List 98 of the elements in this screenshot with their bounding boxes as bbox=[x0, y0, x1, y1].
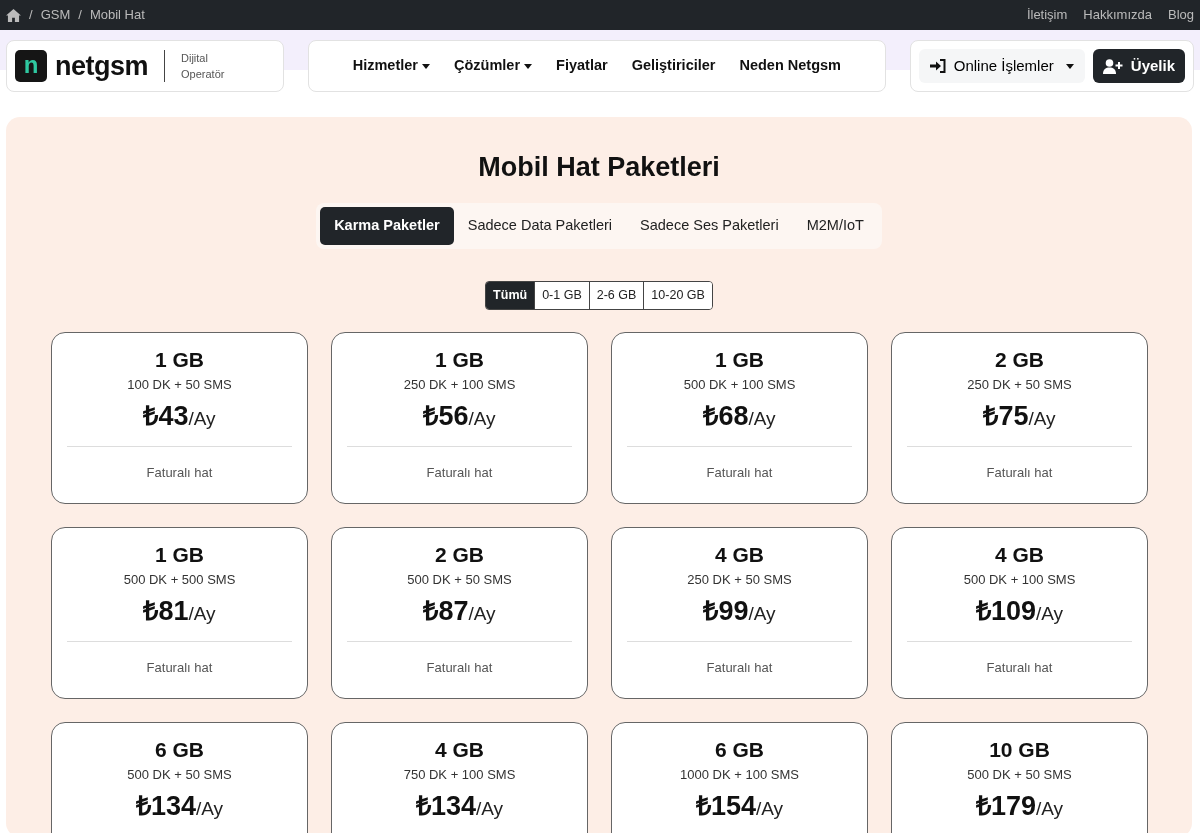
nav-link[interactable]: Fiyatlar bbox=[556, 55, 608, 77]
data-amount: 2 GB bbox=[434, 541, 485, 568]
price-period: /Ay bbox=[468, 408, 496, 430]
package-details: 750 DK + 100 SMS bbox=[402, 765, 517, 784]
top-link[interactable]: İletişim bbox=[1026, 5, 1068, 25]
price: ₺134 bbox=[135, 791, 196, 822]
price: ₺43 bbox=[143, 401, 189, 432]
top-link[interactable]: Blog bbox=[1167, 5, 1194, 25]
home-icon[interactable] bbox=[6, 8, 21, 22]
price-period: /Ay bbox=[468, 603, 496, 625]
package-details: 1000 DK + 100 SMS bbox=[679, 765, 800, 784]
online-operations-button[interactable]: Online İşlemler bbox=[918, 48, 1085, 84]
package-card[interactable]: 10 GB 500 DK + 50 SMS ₺179/Ay bbox=[891, 721, 1148, 833]
tagline: Dijital bbox=[181, 51, 209, 66]
data-amount: 6 GB bbox=[154, 736, 205, 763]
breadcrumb-link[interactable]: GSM bbox=[40, 5, 71, 25]
price: ₺99 bbox=[703, 596, 749, 627]
breadcrumb-separator: / bbox=[78, 6, 82, 25]
nav-link[interactable]: Hizmetler bbox=[352, 55, 430, 77]
package-card[interactable]: 2 GB 500 DK + 50 SMS ₺87/Ay Faturalı hat bbox=[331, 526, 588, 699]
sign-in-icon bbox=[929, 59, 946, 73]
price: ₺109 bbox=[975, 596, 1036, 627]
price-period: /Ay bbox=[188, 603, 216, 625]
package-details: 250 DK + 100 SMS bbox=[402, 375, 517, 394]
line-type: Faturalı hat bbox=[705, 659, 774, 678]
package-details: 250 DK + 50 SMS bbox=[966, 375, 1073, 394]
line-type: Faturalı hat bbox=[985, 464, 1054, 483]
price-period: /Ay bbox=[195, 798, 224, 820]
data-amount: 1 GB bbox=[154, 346, 205, 373]
price: ₺87 bbox=[423, 596, 469, 627]
filter-button[interactable]: Tümü bbox=[486, 282, 535, 309]
data-amount: 4 GB bbox=[714, 541, 765, 568]
filter-button[interactable]: 2-6 GB bbox=[588, 282, 644, 309]
price: ₺134 bbox=[415, 791, 476, 822]
package-card[interactable]: 1 GB 500 DK + 500 SMS ₺81/Ay Faturalı hat bbox=[51, 526, 308, 699]
price: ₺68 bbox=[703, 401, 749, 432]
package-card[interactable]: 6 GB 1000 DK + 100 SMS ₺154/Ay bbox=[611, 721, 868, 833]
line-type: Faturalı hat bbox=[145, 464, 214, 483]
data-amount: 10 GB bbox=[988, 736, 1051, 763]
add-user-icon bbox=[1102, 58, 1123, 74]
package-card[interactable]: 1 GB 250 DK + 100 SMS ₺56/Ay Faturalı hat bbox=[331, 331, 588, 504]
price-period: /Ay bbox=[475, 798, 504, 820]
line-type: Faturalı hat bbox=[145, 659, 214, 678]
price-period: /Ay bbox=[188, 408, 216, 430]
breadcrumb-separator: / bbox=[29, 6, 33, 25]
page-title: Mobil Hat Paketleri bbox=[477, 151, 721, 184]
price-period: /Ay bbox=[755, 798, 784, 820]
package-details: 500 DK + 500 SMS bbox=[122, 570, 237, 589]
line-type: Faturalı hat bbox=[985, 659, 1054, 678]
package-card[interactable]: 6 GB 500 DK + 50 SMS ₺134/Ay bbox=[51, 721, 308, 833]
package-details: 100 DK + 50 SMS bbox=[126, 375, 233, 394]
breadcrumb-link[interactable]: Mobil Hat bbox=[89, 5, 145, 25]
data-amount: 2 GB bbox=[994, 346, 1045, 373]
price-period: /Ay bbox=[1035, 603, 1064, 625]
price-period: /Ay bbox=[748, 603, 776, 625]
line-type: Faturalı hat bbox=[425, 464, 494, 483]
tab[interactable]: M2M/IoT bbox=[792, 207, 878, 246]
price-period: /Ay bbox=[1035, 798, 1064, 820]
nav-link[interactable]: Çözümler bbox=[453, 55, 533, 77]
price: ₺75 bbox=[983, 401, 1029, 432]
data-amount: 4 GB bbox=[994, 541, 1045, 568]
tagline: Operatör bbox=[181, 67, 225, 82]
package-card[interactable]: 1 GB 500 DK + 100 SMS ₺68/Ay Faturalı hat bbox=[611, 331, 868, 504]
package-details: 500 DK + 50 SMS bbox=[966, 765, 1073, 784]
price-period: /Ay bbox=[1028, 408, 1056, 430]
logo-mark[interactable]: n bbox=[15, 50, 47, 82]
data-amount: 1 GB bbox=[434, 346, 485, 373]
tab[interactable]: Karma Paketler bbox=[320, 207, 454, 246]
logo-name[interactable]: netgsm bbox=[55, 45, 149, 87]
package-card[interactable]: 4 GB 250 DK + 50 SMS ₺99/Ay Faturalı hat bbox=[611, 526, 868, 699]
data-amount: 6 GB bbox=[714, 736, 765, 763]
line-type: Faturalı hat bbox=[705, 464, 774, 483]
package-card[interactable]: 4 GB 500 DK + 100 SMS ₺109/Ay Faturalı hat bbox=[891, 526, 1148, 699]
package-details: 250 DK + 50 SMS bbox=[686, 570, 793, 589]
data-amount: 4 GB bbox=[434, 736, 485, 763]
tab[interactable]: Sadece Data Paketleri bbox=[453, 207, 626, 246]
filter-button[interactable]: 10-20 GB bbox=[643, 282, 712, 309]
tab[interactable]: Sadece Ses Paketleri bbox=[626, 207, 793, 246]
price: ₺56 bbox=[423, 401, 469, 432]
top-link[interactable]: Hakkımızda bbox=[1083, 5, 1152, 25]
package-card[interactable]: 1 GB 100 DK + 50 SMS ₺43/Ay Faturalı hat bbox=[51, 331, 308, 504]
nav-link[interactable]: Neden Netgsm bbox=[739, 55, 841, 77]
package-card[interactable]: 4 GB 750 DK + 100 SMS ₺134/Ay bbox=[331, 721, 588, 833]
nav-link[interactable]: Geliştiriciler bbox=[631, 55, 716, 77]
package-details: 500 DK + 50 SMS bbox=[126, 765, 233, 784]
price: ₺154 bbox=[695, 791, 756, 822]
package-card[interactable]: 2 GB 250 DK + 50 SMS ₺75/Ay Faturalı hat bbox=[891, 331, 1148, 504]
price: ₺179 bbox=[975, 791, 1036, 822]
line-type: Faturalı hat bbox=[425, 659, 494, 678]
signup-button[interactable]: Üyelik bbox=[1092, 48, 1185, 84]
filter-button[interactable]: 0-1 GB bbox=[534, 282, 589, 309]
price: ₺81 bbox=[143, 596, 189, 627]
package-details: 500 DK + 50 SMS bbox=[406, 570, 513, 589]
package-details: 500 DK + 100 SMS bbox=[682, 375, 797, 394]
data-amount: 1 GB bbox=[714, 346, 765, 373]
data-amount: 1 GB bbox=[154, 541, 205, 568]
package-details: 500 DK + 100 SMS bbox=[962, 570, 1077, 589]
price-period: /Ay bbox=[748, 408, 776, 430]
